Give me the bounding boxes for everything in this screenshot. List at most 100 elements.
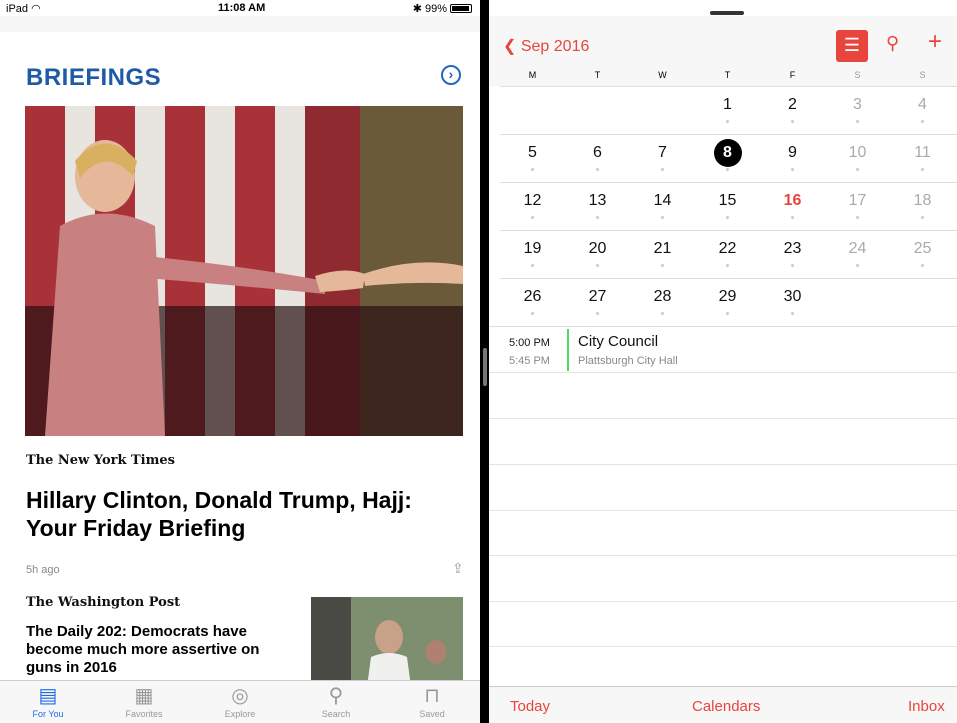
event-dot xyxy=(596,216,599,219)
calendar-day-cell[interactable]: 11 xyxy=(890,135,955,183)
calendar-day-cell[interactable]: 26 xyxy=(500,279,565,327)
event-dot xyxy=(856,168,859,171)
calendar-day-cell[interactable]: 29 xyxy=(695,279,760,327)
battery-indicator: ✱ 99% xyxy=(413,2,472,15)
calendar-day-cell[interactable]: 14 xyxy=(630,183,695,231)
calendar-day-cell[interactable]: 15 xyxy=(695,183,760,231)
day-number: 7 xyxy=(658,144,667,161)
event-end-time: 5:45 PM xyxy=(509,355,550,367)
story2-thumbnail[interactable] xyxy=(311,597,463,687)
tab-label: Favorites xyxy=(125,709,163,719)
day-number: 13 xyxy=(588,192,607,209)
calendar-search-button[interactable]: ⚲ xyxy=(886,33,899,54)
today-button[interactable]: Today xyxy=(510,698,550,715)
event-dot xyxy=(661,168,664,171)
hour-line xyxy=(489,464,957,465)
day-number: 29 xyxy=(718,288,737,305)
day-number: 27 xyxy=(588,288,607,305)
list-icon: ☰ xyxy=(843,35,861,55)
calendar-day-cell[interactable]: 8 xyxy=(695,135,760,183)
day-number: 6 xyxy=(593,144,602,161)
bluetooth-icon: ✱ xyxy=(412,3,422,15)
event-dot xyxy=(791,312,794,315)
tab-label: For You xyxy=(32,709,64,719)
calendar-day-cell[interactable]: 27 xyxy=(565,279,630,327)
event-dot xyxy=(856,216,859,219)
calendars-button[interactable]: Calendars xyxy=(692,698,760,715)
calendar-day-cell[interactable]: 6 xyxy=(565,135,630,183)
event-dot xyxy=(726,168,729,171)
event-dot xyxy=(791,216,794,219)
day-number: 14 xyxy=(653,192,672,209)
event-title: City Council xyxy=(578,333,659,350)
hour-line xyxy=(489,418,957,419)
event-dot xyxy=(726,312,729,315)
back-month-label: Sep 2016 xyxy=(520,38,590,55)
tab-search[interactable]: ⚲ Search xyxy=(288,681,384,723)
calendar-day-cell[interactable]: 5 xyxy=(500,135,565,183)
tab-for-you[interactable]: ▤ For You xyxy=(0,681,96,723)
calendar-toolbar: Today Calendars Inbox xyxy=(489,686,957,723)
chevron-left-icon: ❮ xyxy=(503,38,517,55)
calendar-day-cell[interactable]: 21 xyxy=(630,231,695,279)
event-dot xyxy=(791,168,794,171)
calendar-day-cell[interactable]: 22 xyxy=(695,231,760,279)
calendar-day-cell[interactable]: 12 xyxy=(500,183,565,231)
battery-icon xyxy=(450,4,472,13)
event-dot xyxy=(531,264,534,267)
event-dot xyxy=(531,168,534,171)
calendar-day-cell[interactable]: 2 xyxy=(760,87,825,135)
calendar-day-cell[interactable]: 10 xyxy=(825,135,890,183)
chevron-right-icon[interactable]: › xyxy=(441,65,461,85)
event-dot xyxy=(596,312,599,315)
calendar-day-cell[interactable]: 17 xyxy=(825,183,890,231)
event-dot xyxy=(531,312,534,315)
calendar-day-cell[interactable]: 20 xyxy=(565,231,630,279)
add-event-button[interactable]: + xyxy=(928,28,942,56)
calendar-day-cell[interactable]: 7 xyxy=(630,135,695,183)
calendar-day-cell[interactable]: 25 xyxy=(890,231,955,279)
calendar-day-cell[interactable]: 23 xyxy=(760,231,825,279)
day-number: 2 xyxy=(788,96,797,113)
calendar-day-cell[interactable]: 4 xyxy=(890,87,955,135)
list-view-button[interactable]: ☰ xyxy=(836,30,868,62)
search-icon: ⚲ xyxy=(328,685,344,707)
inbox-button[interactable]: Inbox xyxy=(908,698,945,715)
calendar-day-cell[interactable]: 18 xyxy=(890,183,955,231)
ipad-screen: iPad ◠ 11:08 AM ✱ 99% BRIEFINGS › The Ne… xyxy=(0,0,957,723)
calendar-day-cell[interactable]: 24 xyxy=(825,231,890,279)
calendar-day-cell[interactable]: 1 xyxy=(695,87,760,135)
calendar-day-cell[interactable]: 19 xyxy=(500,231,565,279)
day-number: 21 xyxy=(653,240,672,257)
day-number: 25 xyxy=(913,240,932,257)
calendar-day-cell[interactable]: 9 xyxy=(760,135,825,183)
plus-icon: + xyxy=(928,28,943,55)
share-icon[interactable]: ⇪ xyxy=(452,560,464,577)
tab-label: Search xyxy=(321,709,351,719)
calendar-week-row: 12 13 14 15 16 17 18 xyxy=(500,182,957,230)
calendar-day-cell[interactable]: 16 xyxy=(760,183,825,231)
tab-saved[interactable]: ⊓ Saved xyxy=(384,681,480,723)
back-month-button[interactable]: ❮ Sep 2016 xyxy=(503,36,589,56)
calendar-week-row: 19 20 21 22 23 24 25 xyxy=(500,230,957,278)
tab-label: Explore xyxy=(224,709,256,719)
day-number: 4 xyxy=(918,96,927,113)
event-dot xyxy=(726,264,729,267)
event-dot xyxy=(791,120,794,123)
tab-label: Saved xyxy=(419,709,445,719)
story2-headline[interactable]: The Daily 202: Democrats have become muc… xyxy=(26,623,291,677)
tab-explore[interactable]: ◎ Explore xyxy=(192,681,288,723)
calendar-day-cell[interactable]: 13 xyxy=(565,183,630,231)
event-dot xyxy=(661,216,664,219)
slide-over-grabber[interactable] xyxy=(710,11,744,15)
section-title: BRIEFINGS xyxy=(26,64,162,91)
hero-image[interactable] xyxy=(25,106,463,436)
calendar-day-cell[interactable]: 3 xyxy=(825,87,890,135)
split-view-handle[interactable] xyxy=(483,348,487,386)
split-view-divider[interactable] xyxy=(480,0,489,723)
tab-favorites[interactable]: ▦ Favorites xyxy=(96,681,192,723)
day-number: 12 xyxy=(523,192,542,209)
calendar-day-cell[interactable]: 30 xyxy=(760,279,825,327)
calendar-day-cell[interactable]: 28 xyxy=(630,279,695,327)
story-headline[interactable]: Hillary Clinton, Donald Trump, Hajj: You… xyxy=(26,486,456,542)
